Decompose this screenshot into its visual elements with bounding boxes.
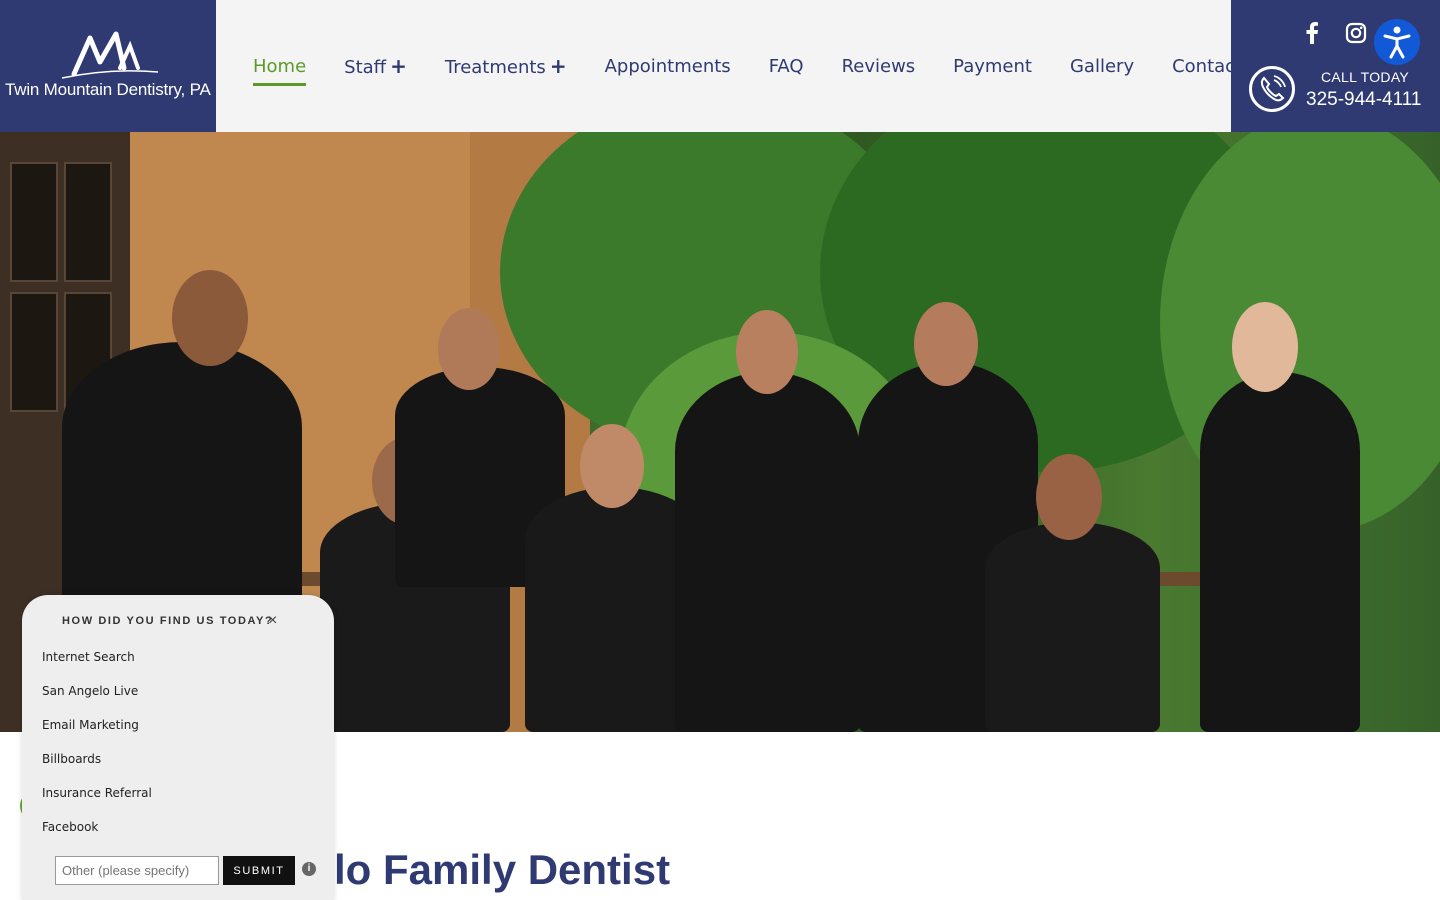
team-member-head: [1232, 302, 1298, 392]
door-pane: [64, 162, 112, 282]
nav-home[interactable]: Home: [234, 55, 325, 86]
nav-treatments-label: Treatments: [444, 57, 546, 78]
team-member-head: [1036, 454, 1102, 540]
nav-faq-label: FAQ: [768, 55, 804, 77]
phone-number[interactable]: 325-944-4111: [1306, 89, 1422, 111]
logo-text: Twin Mountain Dentistry, PA: [5, 80, 211, 99]
nav-appointments[interactable]: Appointments: [586, 56, 750, 77]
accessibility-icon[interactable]: [1374, 19, 1420, 65]
plus-icon: +: [549, 54, 567, 78]
nav-faq[interactable]: FAQ: [750, 56, 823, 77]
mountain-logo-icon: [61, 31, 159, 79]
survey-option[interactable]: Insurance Referral: [42, 786, 152, 800]
survey-popup: HOW DID YOU FIND US TODAY? × Internet Se…: [22, 595, 334, 900]
team-member-head: [736, 310, 798, 394]
nav-staff[interactable]: Staff +: [325, 54, 426, 78]
close-icon[interactable]: ×: [268, 612, 277, 630]
phone-icon[interactable]: [1249, 66, 1295, 112]
page-heading: lo Family Dentist: [334, 846, 671, 893]
team-member: [1200, 372, 1360, 732]
submit-button[interactable]: SUBMIT: [223, 856, 295, 885]
facebook-icon[interactable]: [1305, 22, 1319, 50]
nav-payment-label: Payment: [953, 55, 1032, 77]
door-pane: [10, 292, 58, 412]
plus-icon: +: [390, 54, 407, 78]
instagram-icon[interactable]: [1345, 22, 1367, 50]
team-member-head: [580, 424, 644, 508]
nav-home-label: Home: [253, 55, 307, 77]
nav-appointments-label: Appointments: [604, 55, 731, 77]
team-member: [985, 522, 1160, 732]
team-member-head: [914, 302, 978, 386]
survey-option[interactable]: San Angelo Live: [42, 684, 138, 698]
logo[interactable]: Twin Mountain Dentistry, PA: [0, 0, 216, 132]
nav-reviews-label: Reviews: [841, 55, 916, 77]
survey-option[interactable]: Email Marketing: [42, 718, 139, 732]
info-icon[interactable]: i: [302, 862, 316, 876]
call-box: CALL TODAY 325-944-4111: [1231, 0, 1440, 132]
team-member-head: [172, 270, 248, 366]
nav-reviews[interactable]: Reviews: [823, 56, 935, 77]
survey-title: HOW DID YOU FIND US TODAY?: [62, 615, 274, 627]
team-member: [675, 372, 860, 732]
main-nav: Home Staff + Treatments + Appointments FAQ…: [234, 0, 1261, 132]
site-header: Twin Mountain Dentistry, PA Home Staff + …: [0, 0, 1440, 132]
nav-staff-label: Staff: [344, 57, 387, 78]
nav-gallery[interactable]: Gallery: [1051, 56, 1153, 77]
nav-treatments[interactable]: Treatments +: [426, 54, 586, 78]
survey-option[interactable]: Internet Search: [42, 650, 135, 664]
door-pane: [10, 162, 58, 282]
nav-payment[interactable]: Payment: [934, 56, 1051, 77]
nav-gallery-label: Gallery: [1069, 55, 1135, 77]
survey-option[interactable]: Billboards: [42, 752, 101, 766]
other-input[interactable]: [55, 856, 219, 885]
call-today-label: CALL TODAY: [1321, 69, 1410, 85]
survey-option[interactable]: Facebook: [42, 820, 98, 834]
team-member-head: [438, 308, 500, 390]
